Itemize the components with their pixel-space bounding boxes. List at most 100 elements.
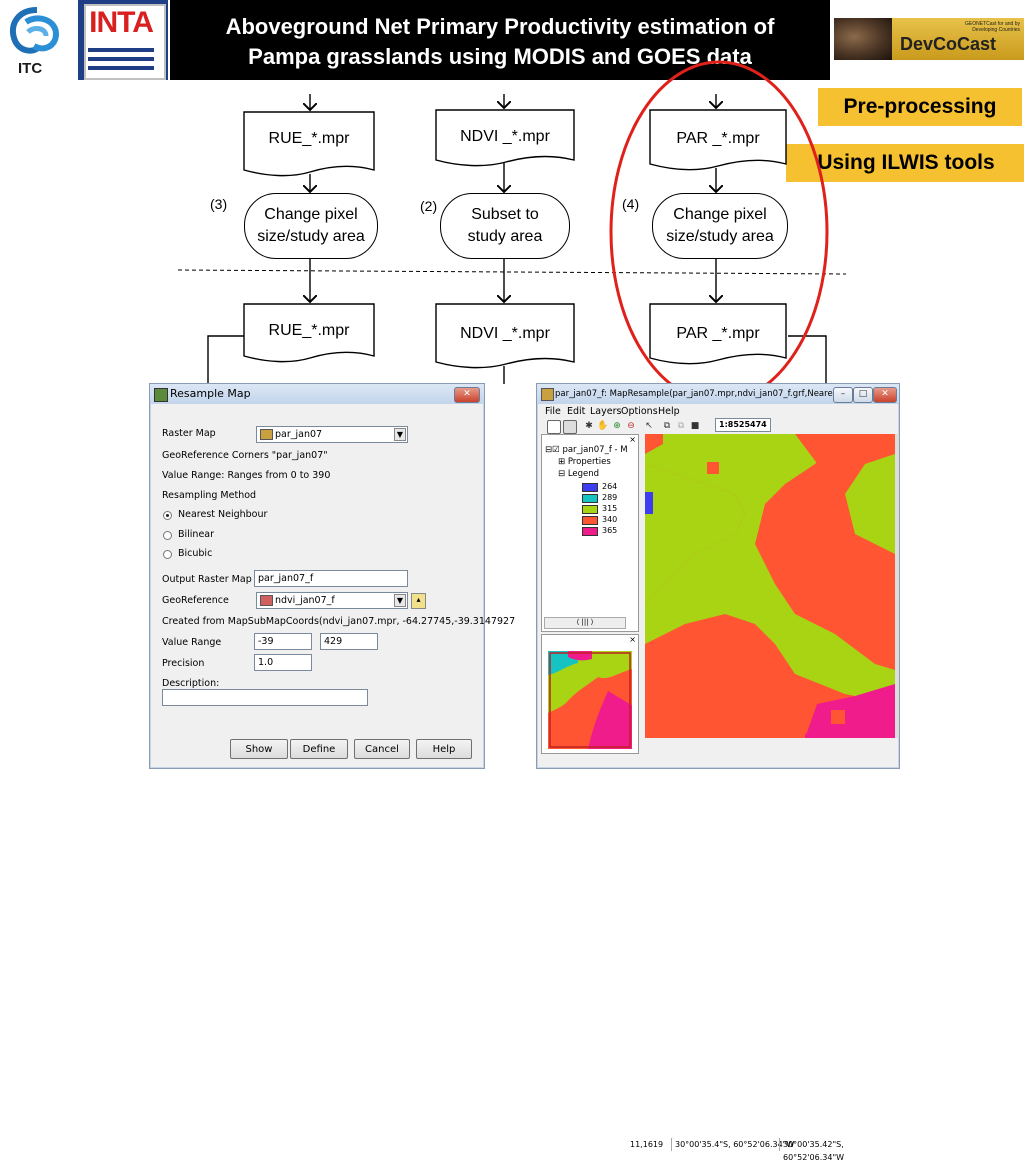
tree-root-label: par_jan07_f - M: [562, 445, 628, 455]
method-bilinear-label[interactable]: Bilinear: [178, 529, 214, 540]
georeference-label: GeoReference: [162, 595, 229, 606]
description-label: Description:: [162, 678, 220, 689]
status-coord1: 30°00'35.4"S, 60°52'06.34"W: [671, 1138, 794, 1151]
tree-properties-item[interactable]: ⊞ Properties: [558, 457, 611, 467]
raster-map-select[interactable]: par_jan07 ▼: [256, 426, 408, 443]
raster-map-label: Raster Map: [162, 428, 216, 439]
legend-swatch: [582, 527, 598, 536]
radio-nearest-neighbour[interactable]: [163, 511, 172, 520]
legend-value: 264: [602, 482, 618, 491]
overview-map[interactable]: [548, 651, 632, 749]
process-line2: size/study area: [257, 228, 365, 245]
layer-tree-panel: × ⊟☑ par_jan07_f - M ⊞ Properties ⊟ Lege…: [541, 434, 639, 632]
cancel-button[interactable]: Cancel: [354, 739, 410, 759]
map-scrollbar[interactable]: [895, 434, 899, 738]
copy-icon[interactable]: ⧉: [661, 420, 673, 432]
method-bicubic-label[interactable]: Bicubic: [178, 548, 212, 559]
legend-value: 315: [602, 504, 618, 513]
legend-value: 365: [602, 526, 618, 535]
zoom-in-icon[interactable]: ⊕: [611, 420, 623, 432]
radio-bicubic[interactable]: [163, 550, 172, 559]
legend-swatch: [582, 494, 598, 503]
method-nearest-label[interactable]: Nearest Neighbour: [178, 509, 267, 520]
description-input[interactable]: [162, 689, 368, 706]
status-rowcol: 11,1619: [630, 1140, 664, 1149]
process-line2: size/study area: [666, 228, 774, 245]
legend-value: 289: [602, 493, 618, 502]
paste-icon[interactable]: ⧉: [675, 420, 687, 432]
output-raster-input[interactable]: par_jan07_f: [254, 570, 408, 587]
georeference-icon: [260, 595, 273, 606]
tree-legend-item[interactable]: ⊟ Legend: [558, 469, 599, 479]
value-range-label: Value Range: [162, 637, 222, 648]
new-window-icon[interactable]: [547, 420, 561, 434]
process-change-pixel-rue: Change pixel size/study area: [244, 193, 378, 259]
process-line2: study area: [467, 228, 543, 245]
show-button[interactable]: Show: [230, 739, 288, 759]
tree-root-item[interactable]: ⊟☑ par_jan07_f - M: [545, 445, 628, 455]
precision-label: Precision: [162, 658, 205, 669]
pointer-icon[interactable]: ✱: [583, 420, 595, 432]
radio-bilinear[interactable]: [163, 531, 172, 540]
legend-swatch: [582, 516, 598, 525]
map-icon: [541, 388, 554, 401]
close-icon[interactable]: ✕: [454, 387, 480, 403]
rue-bottom-file: RUE_*.mpr: [268, 322, 350, 339]
overview-panel: ×: [541, 634, 639, 754]
georeference-select[interactable]: ndvi_jan07_f ▼: [256, 592, 408, 609]
step-number-4: (4): [622, 196, 640, 212]
step-number-3: (3): [210, 196, 228, 212]
resampling-method-label: Resampling Method: [162, 490, 257, 501]
maximize-icon[interactable]: □: [853, 387, 873, 403]
value-range-min-input[interactable]: -39: [254, 633, 312, 650]
created-from-info: Created from MapSubMapCoords(ndvi_jan07.…: [162, 616, 516, 627]
map-view[interactable]: [645, 434, 895, 738]
close-icon[interactable]: ✕: [873, 387, 897, 403]
dialog-title: Resample Map: [170, 387, 251, 400]
process-change-pixel-par: Change pixel size/study area: [652, 193, 788, 259]
help-button[interactable]: Help: [416, 739, 472, 759]
tree-legend-label: Legend: [567, 469, 600, 479]
process-line1: Change pixel: [264, 206, 358, 223]
zoom-out-icon[interactable]: ⊖: [625, 420, 637, 432]
close-icon[interactable]: ×: [629, 435, 636, 444]
precision-input[interactable]: 1.0: [254, 654, 312, 671]
menu-file[interactable]: File: [545, 406, 561, 417]
process-line1: Change pixel: [673, 206, 767, 223]
rue-top-file: RUE_*.mpr: [268, 130, 350, 147]
process-line1: Subset to: [471, 206, 539, 223]
close-icon[interactable]: ×: [629, 635, 636, 644]
scale-input[interactable]: 1:8525474: [715, 418, 771, 432]
create-georef-button[interactable]: ▴: [411, 593, 426, 609]
value-range-info: Value Range: Ranges from 0 to 390: [162, 470, 331, 481]
raster-map-icon: [260, 429, 273, 440]
minimize-icon[interactable]: –: [833, 387, 853, 403]
step-number-2: (2): [420, 198, 438, 214]
save-icon[interactable]: ■: [689, 420, 701, 432]
georeference-value: ndvi_jan07_f: [275, 595, 335, 606]
window-icon[interactable]: [563, 420, 577, 434]
chevron-down-icon[interactable]: ▼: [394, 428, 406, 441]
resample-map-dialog: Resample Map ✕ Raster Map par_jan07 ▼ Ge…: [149, 383, 515, 769]
par-bottom-file: PAR _*.mpr: [676, 325, 760, 342]
menu-layers[interactable]: Layers: [590, 406, 621, 417]
georef-corners-info: GeoReference Corners "par_jan07": [162, 450, 328, 461]
ndvi-top-file: NDVI _*.mpr: [460, 128, 550, 145]
menu-edit[interactable]: Edit: [567, 406, 585, 417]
tree-scrollbar[interactable]: ⟨ ||| ⟩: [544, 617, 626, 629]
menu-help[interactable]: Help: [658, 406, 680, 417]
status-coord2: 30°00'35.42"S, 60°52'06.34"W: [779, 1138, 899, 1162]
chevron-down-icon[interactable]: ▼: [394, 594, 406, 607]
define-button[interactable]: Define: [290, 739, 348, 759]
process-subset-ndvi: Subset to study area: [440, 193, 570, 259]
select-icon[interactable]: ↖: [643, 420, 655, 432]
ndvi-bottom-file: NDVI _*.mpr: [460, 325, 550, 342]
par-top-file: PAR _*.mpr: [676, 130, 760, 147]
menu-options[interactable]: Options: [621, 406, 658, 417]
output-raster-label: Output Raster Map: [162, 574, 252, 585]
pan-icon[interactable]: ✋: [597, 420, 609, 432]
map-window: par_jan07_f: MapResample(par_jan07.mpr,n…: [536, 383, 900, 1162]
value-range-max-input[interactable]: 429: [320, 633, 378, 650]
dialog-titlebar[interactable]: Resample Map: [150, 384, 484, 404]
legend-value: 340: [602, 515, 618, 524]
